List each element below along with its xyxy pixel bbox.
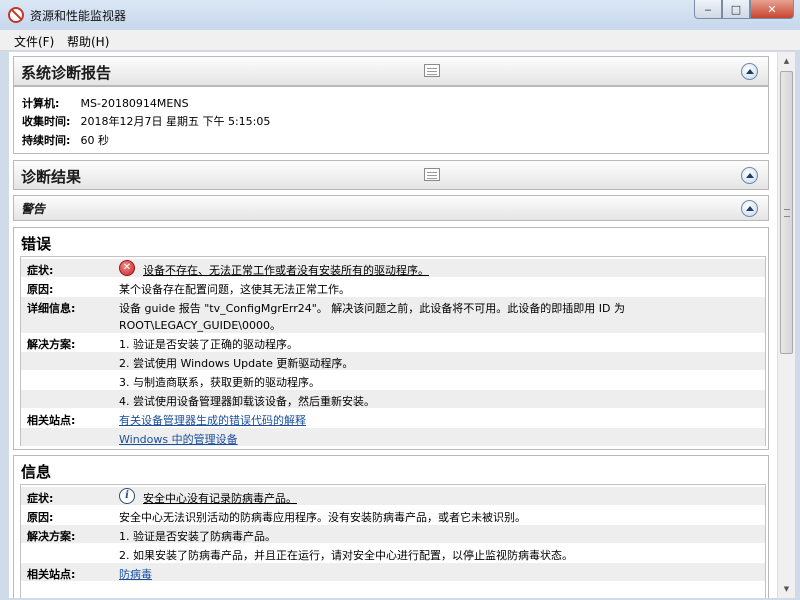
collapse-up-icon[interactable] <box>741 200 758 217</box>
menu-bar: 文件(F) 帮助(H) <box>0 30 800 51</box>
grip-icon <box>784 209 790 217</box>
report-content: 系统诊断报告 计算机: MS-20180914MENS 收集时间: 2018年1… <box>9 52 777 598</box>
collapse-up-icon[interactable] <box>741 63 758 80</box>
info-section: 信息 症状: i 安全中心没有记录防病毒产品。 原因: 安全中心无法识别活动的防… <box>13 455 769 598</box>
window-controls: ‒ □ ✕ <box>694 0 794 19</box>
error-sites-row: 相关站点: 有关设备管理器生成的错误代码的解释 <box>21 409 765 427</box>
vertical-scrollbar[interactable]: ▲ ▼ <box>777 52 795 598</box>
minimize-button[interactable]: ‒ <box>694 0 722 19</box>
info-details: 症状: i 安全中心没有记录防病毒产品。 原因: 安全中心无法识别活动的防病毒应… <box>20 484 766 598</box>
menu-file[interactable]: 文件(F) <box>14 33 54 50</box>
error-detail-row: 详细信息: 设备 guide 报告 "tv_ConfigMgrErr24"。 解… <box>21 297 765 333</box>
error-solution-row: 解决方案: 1. 验证是否安装了正确的驱动程序。 <box>21 333 765 351</box>
collapse-up-icon[interactable] <box>741 167 758 184</box>
duration-field: 持续时间: 60 秒 <box>22 132 109 148</box>
error-solution-2: 2. 尝试使用 Windows Update 更新驱动程序。 <box>119 357 354 370</box>
error-solution-4: 4. 尝试使用设备管理器卸载该设备，然后重新安装。 <box>119 395 375 408</box>
info-solution-row: 2. 如果安装了防病毒产品，并且正在运行，请对安全中心进行配置，以停止监视防病毒… <box>21 544 765 562</box>
info-symptom: 安全中心没有记录防病毒产品。 <box>143 492 297 505</box>
error-solution-row: 4. 尝试使用设备管理器卸载该设备，然后重新安装。 <box>21 390 765 408</box>
error-icon: ✕ <box>119 260 135 276</box>
close-button[interactable]: ✕ <box>750 0 794 19</box>
report-title: 系统诊断报告 <box>21 64 112 82</box>
warning-title: 警告 <box>21 202 46 216</box>
error-solution-1: 1. 验证是否安装了正确的驱动程序。 <box>119 338 298 351</box>
error-site-link-2[interactable]: Windows 中的管理设备 <box>119 431 238 447</box>
error-detail-line2: ROOT\LEGACY_GUIDE\0000。 <box>119 319 281 332</box>
info-sites-row: 相关站点: 防病毒 <box>21 563 765 581</box>
info-cause-row: 原因: 安全中心无法识别活动的防病毒应用程序。没有安装防病毒产品，或者它未被识别… <box>21 506 765 524</box>
info-icon: i <box>119 488 135 504</box>
warning-header[interactable]: 警告 <box>13 195 769 221</box>
info-site-link-1[interactable]: 防病毒 <box>119 566 152 582</box>
symptom-label: 症状: <box>27 492 54 505</box>
error-solution-row: 2. 尝试使用 Windows Update 更新驱动程序。 <box>21 352 765 370</box>
cause-label: 原因: <box>27 283 54 296</box>
error-symptom-row: 症状: ✕ 设备不存在、无法正常工作或者没有安装所有的驱动程序。 <box>21 259 765 277</box>
cause-label: 原因: <box>27 511 54 524</box>
sites-label: 相关站点: <box>27 568 76 581</box>
solution-label: 解决方案: <box>27 530 76 543</box>
computer-label: 计算机: <box>22 97 60 110</box>
info-symptom-row: 症状: i 安全中心没有记录防病毒产品。 <box>21 487 765 505</box>
symptom-label: 症状: <box>27 264 54 277</box>
collected-time-value: 2018年12月7日 星期五 下午 5:15:05 <box>80 115 271 128</box>
report-header[interactable]: 系统诊断报告 <box>13 56 769 86</box>
error-cause: 某个设备存在配置问题，这使其无法正常工作。 <box>119 283 350 296</box>
collected-time-label: 收集时间: <box>22 115 71 128</box>
error-site-link-1[interactable]: 有关设备管理器生成的错误代码的解释 <box>119 412 306 428</box>
report-view-icon[interactable] <box>424 168 440 181</box>
error-section: 错误 症状: ✕ 设备不存在、无法正常工作或者没有安装所有的驱动程序。 原因: … <box>13 227 769 450</box>
scroll-down-arrow-icon[interactable]: ▼ <box>780 582 793 596</box>
collected-time-field: 收集时间: 2018年12月7日 星期五 下午 5:15:05 <box>22 113 270 129</box>
error-solution-row: 3. 与制造商联系，获取更新的驱动程序。 <box>21 371 765 389</box>
scrollbar-thumb[interactable] <box>780 71 793 354</box>
title-bar: 资源和性能监视器 ‒ □ ✕ <box>0 0 800 31</box>
diagnostic-header[interactable]: 诊断结果 <box>13 160 769 190</box>
report-view-icon[interactable] <box>424 64 440 77</box>
diagnostic-title: 诊断结果 <box>21 168 82 186</box>
info-solution-1: 1. 验证是否安装了防病毒产品。 <box>119 530 276 543</box>
error-solution-3: 3. 与制造商联系，获取更新的驱动程序。 <box>119 376 320 389</box>
duration-label: 持续时间: <box>22 134 71 147</box>
window-title: 资源和性能监视器 <box>30 9 127 23</box>
sites-label: 相关站点: <box>27 414 76 427</box>
resource-monitor-icon <box>8 7 24 23</box>
error-title: 错误 <box>21 235 52 253</box>
error-details: 症状: ✕ 设备不存在、无法正常工作或者没有安装所有的驱动程序。 原因: 某个设… <box>20 256 766 446</box>
report-summary: 计算机: MS-20180914MENS 收集时间: 2018年12月7日 星期… <box>13 86 769 154</box>
error-symptom: 设备不存在、无法正常工作或者没有安装所有的驱动程序。 <box>143 264 429 277</box>
info-cause: 安全中心无法识别活动的防病毒应用程序。没有安装防病毒产品，或者它未被识别。 <box>119 511 526 524</box>
error-sites-row: Windows 中的管理设备 <box>21 428 765 446</box>
error-detail-line1: 设备 guide 报告 "tv_ConfigMgrErr24"。 解决该问题之前… <box>119 302 625 315</box>
maximize-button[interactable]: □ <box>722 0 750 19</box>
info-title: 信息 <box>21 463 52 481</box>
info-solution-2: 2. 如果安装了防病毒产品，并且正在运行，请对安全中心进行配置，以停止监视防病毒… <box>119 549 573 562</box>
error-cause-row: 原因: 某个设备存在配置问题，这使其无法正常工作。 <box>21 278 765 296</box>
duration-value: 60 秒 <box>80 134 110 147</box>
info-solution-row: 解决方案: 1. 验证是否安装了防病毒产品。 <box>21 525 765 543</box>
computer-field: 计算机: MS-20180914MENS <box>22 95 189 111</box>
solution-label: 解决方案: <box>27 338 76 351</box>
detail-label: 详细信息: <box>27 302 76 315</box>
scroll-up-arrow-icon[interactable]: ▲ <box>780 54 793 68</box>
computer-value: MS-20180914MENS <box>80 97 189 110</box>
menu-help[interactable]: 帮助(H) <box>67 33 109 50</box>
